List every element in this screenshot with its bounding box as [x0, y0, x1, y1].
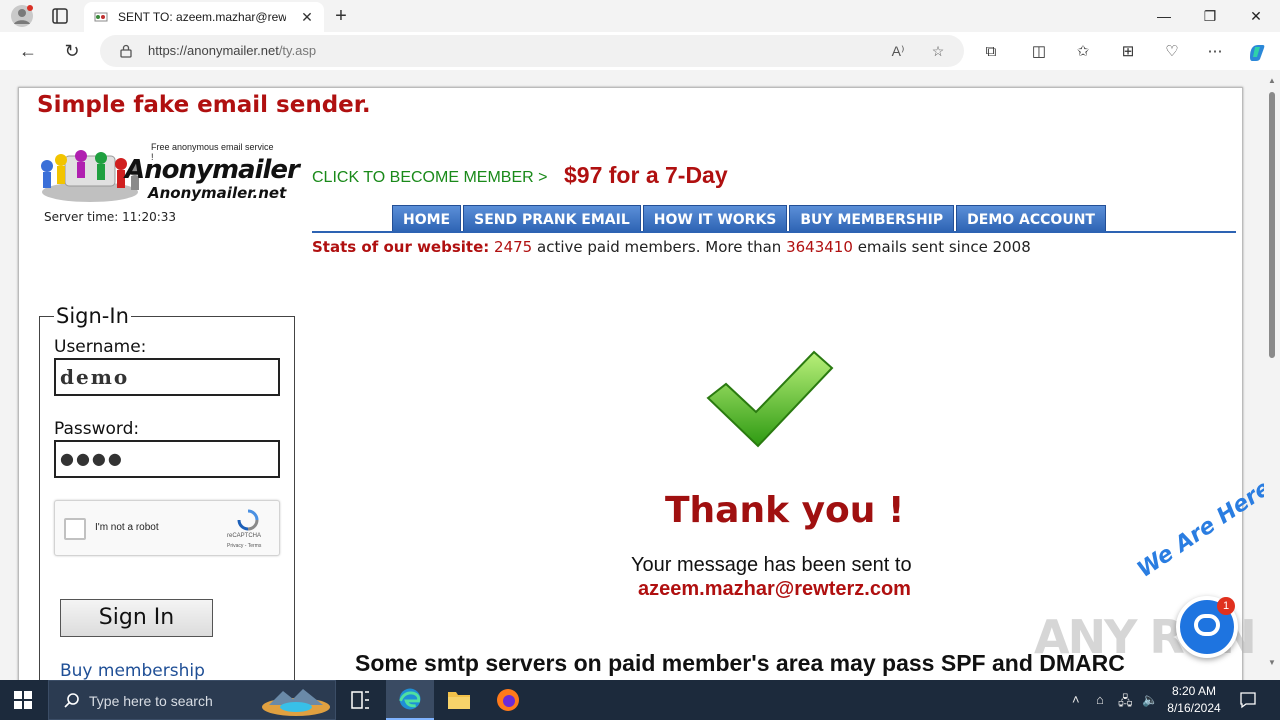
url-text[interactable]: https://anonymailer.net/ty.asp — [148, 43, 316, 58]
profile-avatar-icon[interactable] — [10, 4, 34, 28]
taskbar-search[interactable]: Type here to search — [48, 680, 336, 720]
search-icon — [64, 693, 79, 708]
browser-essentials-icon[interactable]: ♡ — [1161, 41, 1183, 63]
windows-start-icon[interactable] — [14, 691, 32, 709]
nav-home[interactable]: HOME — [392, 205, 462, 233]
signin-legend: Sign-In — [54, 304, 131, 328]
logo-name: Anonymailer — [125, 155, 300, 185]
file-explorer-icon[interactable] — [435, 680, 483, 720]
edge-browser-icon[interactable] — [386, 680, 434, 720]
stats-label: Stats of our website: — [312, 238, 490, 256]
recaptcha-checkbox[interactable] — [64, 518, 86, 540]
site-favicon-icon — [94, 12, 108, 22]
read-aloud-icon[interactable]: A⁾ — [888, 41, 908, 61]
username-label: Username: — [54, 337, 147, 357]
stats-emails-text: emails sent since 2008 — [857, 238, 1031, 256]
maximize-button[interactable]: ❐ — [1187, 0, 1233, 32]
clock-time: 8:20 AM — [1171, 684, 1217, 698]
volume-icon[interactable]: 🔈 — [1142, 692, 1158, 708]
site-stats: Stats of our website: 2475 active paid m… — [312, 238, 1031, 256]
stats-members-text: active paid members. More than — [537, 238, 782, 256]
favorite-star-icon[interactable]: ☆ — [928, 41, 948, 61]
become-member-link[interactable]: CLICK TO BECOME MEMBER > — [312, 169, 547, 187]
stats-members-count: 2475 — [494, 238, 533, 256]
smtp-notice: Some smtp servers on paid member's area … — [355, 650, 1125, 676]
scrollbar-thumb[interactable] — [1269, 92, 1275, 358]
recaptcha-brand: reCAPTCHA — [227, 533, 262, 539]
more-menu-icon[interactable]: ⋯ — [1204, 41, 1226, 63]
lock-icon[interactable] — [120, 44, 132, 58]
tray-overflow-icon[interactable]: ˄ — [1072, 692, 1080, 707]
tab-actions-icon[interactable] — [50, 6, 70, 26]
network-icon[interactable]: 🖧 — [1118, 692, 1133, 714]
chat-unread-badge: 1 — [1217, 597, 1235, 615]
extensions-icon[interactable]: ⧉ — [980, 41, 1002, 63]
tray-device-icon[interactable]: ⌂ — [1096, 692, 1104, 707]
task-view-icon[interactable] — [336, 680, 384, 720]
signin-form: Sign-In Username: demo Password: ●●●● I'… — [39, 304, 295, 680]
search-highlight-image — [262, 689, 330, 716]
site-logo[interactable]: Free anonymous email service ! Anonymail… — [35, 142, 300, 206]
nav-divider — [312, 231, 1236, 233]
recipient-email: azeem.mazhar@rewterz.com — [638, 578, 911, 600]
nav-send-prank-email[interactable]: SEND PRANK EMAIL — [463, 205, 641, 233]
browser-tab-active[interactable]: SENT TO: azeem.mazhar@rewterz.com ✕ — [84, 2, 324, 32]
nav-how-it-works[interactable]: HOW IT WORKS — [642, 205, 788, 233]
checkmark-icon — [706, 350, 834, 448]
browser-toolbar: ← ↻ https://anonymailer.net/ty.asp A⁾ ☆ … — [0, 32, 1280, 70]
tab-close-icon[interactable]: ✕ — [298, 8, 316, 26]
page-content: Simple fake email sender. Free anonymous… — [18, 87, 1243, 680]
copilot-icon[interactable] — [1246, 41, 1268, 63]
nav-demo-account[interactable]: DEMO ACCOUNT — [956, 205, 1106, 233]
buy-membership-link[interactable]: Buy membership — [60, 661, 205, 680]
split-screen-icon[interactable]: ◫ — [1028, 41, 1050, 63]
thank-you-heading: Thank you ! — [665, 490, 905, 531]
page-headline: Simple fake email sender. — [37, 92, 371, 118]
scroll-up-arrow-icon[interactable]: ▲ — [1268, 76, 1276, 85]
nav-buy-membership[interactable]: BUY MEMBERSHIP — [789, 205, 955, 233]
recaptcha-widget: I'm not a robot reCAPTCHA Privacy - Term… — [54, 500, 280, 556]
chat-bubble-icon — [1194, 614, 1220, 636]
back-arrow-icon[interactable]: ← — [16, 39, 40, 63]
minimize-button[interactable]: — — [1141, 0, 1187, 32]
firefox-icon[interactable] — [484, 680, 532, 720]
browser-titlebar: SENT TO: azeem.mazhar@rewterz.com ✕ + — … — [0, 0, 1280, 32]
main-nav: HOME SEND PRANK EMAIL HOW IT WORKS BUY M… — [392, 205, 1106, 233]
logo-domain: Anonymailer.net — [148, 184, 287, 202]
tab-title: SENT TO: azeem.mazhar@rewterz.com — [118, 10, 286, 24]
close-window-button[interactable]: ✕ — [1233, 0, 1279, 32]
system-clock[interactable]: 8:20 AM 8/16/2024 — [1160, 683, 1228, 717]
notifications-icon[interactable] — [1238, 690, 1258, 710]
stats-emails-count: 3643410 — [786, 238, 853, 256]
scroll-down-arrow-icon[interactable]: ▼ — [1268, 658, 1276, 667]
page-viewport: Simple fake email sender. Free anonymous… — [0, 70, 1280, 680]
new-tab-button[interactable]: + — [330, 5, 352, 27]
search-placeholder: Type here to search — [89, 693, 213, 709]
collections-icon[interactable]: ⊞ — [1117, 41, 1139, 63]
page-scrollbar[interactable]: ▲ ▼ — [1264, 70, 1280, 680]
windows-taskbar: Type here to search ˄ ⌂ 🖧 🔈 8:20 AM 8/16… — [0, 680, 1280, 720]
username-field[interactable]: demo — [54, 358, 280, 396]
favorites-icon[interactable]: ✩ — [1072, 41, 1094, 63]
recaptcha-links[interactable]: Privacy - Terms — [227, 543, 261, 549]
sent-message: Your message has been sent to — [631, 554, 912, 576]
address-bar[interactable]: https://anonymailer.net/ty.asp A⁾ ☆ — [100, 35, 964, 67]
password-field[interactable]: ●●●● — [54, 440, 280, 478]
signin-button[interactable]: Sign In — [60, 599, 213, 637]
membership-price-link[interactable]: $97 for a 7-Day — [564, 162, 728, 189]
recaptcha-logo-icon — [237, 509, 259, 531]
server-time: Server time: 11:20:33 — [44, 210, 177, 224]
refresh-icon[interactable]: ↻ — [60, 39, 84, 63]
clock-date: 8/16/2024 — [1167, 701, 1221, 715]
password-label: Password: — [54, 419, 140, 439]
recaptcha-label: I'm not a robot — [95, 522, 159, 533]
